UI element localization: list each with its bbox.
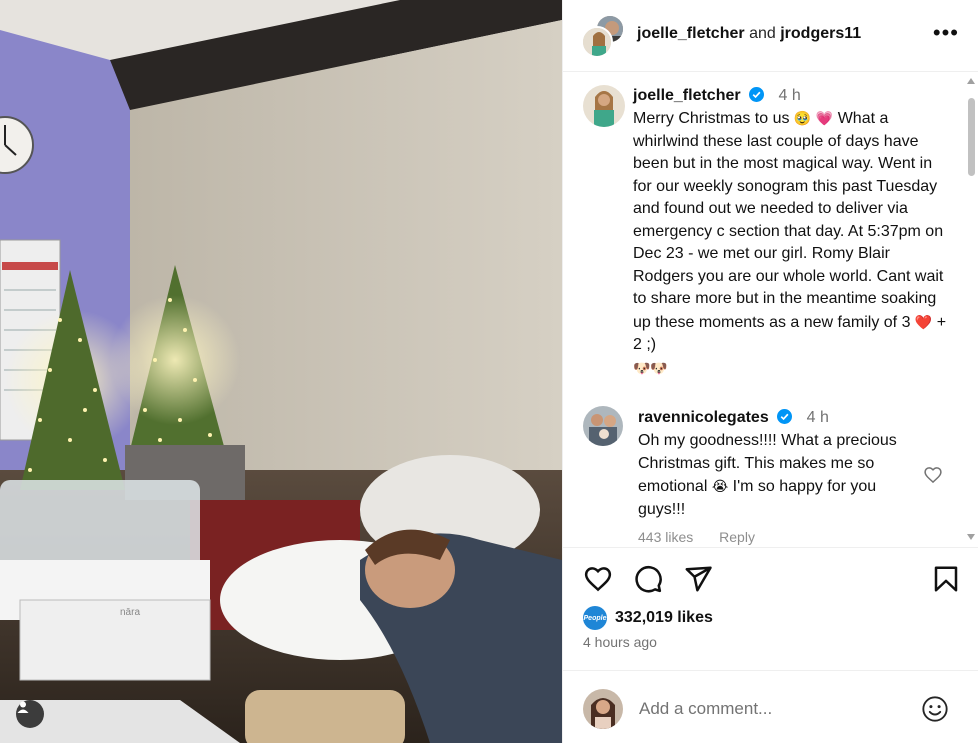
avatar-image <box>583 406 623 446</box>
user-tag-icon <box>17 701 29 713</box>
comments-scrollbar[interactable] <box>965 76 977 542</box>
comment-timestamp[interactable]: 4 h <box>807 409 829 426</box>
svg-text:nāra: nāra <box>120 607 140 618</box>
post-actions-bar <box>563 547 978 607</box>
verified-icon <box>749 87 765 102</box>
liker-avatar-people[interactable]: People <box>583 606 607 630</box>
scroll-up-arrow-icon[interactable] <box>967 78 975 84</box>
avatar-image <box>583 28 611 56</box>
bookmark-icon[interactable] <box>931 564 961 594</box>
post-photo[interactable]: nāra <box>0 0 562 743</box>
likes-summary: People 332,019 likes <box>583 606 713 630</box>
scroll-thumb[interactable] <box>968 98 975 176</box>
pink-heart-emoji: 💗 <box>815 110 834 126</box>
post-time-ago[interactable]: 4 hours ago <box>583 634 657 650</box>
authors-conjunction: and <box>749 25 776 42</box>
post-header: joelle_fletcher and jrodgers11 ••• <box>563 0 978 72</box>
comment-input[interactable] <box>639 697 909 721</box>
author-username-1[interactable]: joelle_fletcher <box>637 25 745 42</box>
comments-section[interactable]: joelle_fletcher 4 h Merry Christmas to u… <box>563 73 978 546</box>
share-icon[interactable] <box>683 564 713 594</box>
comment-username: ravennicolegates 4 h <box>638 409 829 427</box>
comment-likes-count[interactable]: 443 likes <box>638 529 693 545</box>
tagged-users-button[interactable] <box>16 700 44 728</box>
comment-username-link[interactable]: ravennicolegates <box>638 409 769 426</box>
comment-icon[interactable] <box>633 564 663 594</box>
caption-text-part2: What a whirlwind these last couple of da… <box>633 110 944 331</box>
dog-emojis: 🐶🐶 <box>633 359 668 376</box>
pleading-emoji: 🥹 <box>793 110 812 126</box>
photo-illustration: nāra <box>0 0 562 743</box>
avatar-image <box>583 689 623 729</box>
verified-icon <box>777 409 793 424</box>
current-user-avatar[interactable] <box>583 689 623 729</box>
caption-username: joelle_fletcher 4 h <box>633 87 801 105</box>
caption-text: Merry Christmas to us 🥹 💗 What a whirlwi… <box>633 107 953 380</box>
add-comment-bar <box>563 670 978 743</box>
more-icon: ••• <box>932 20 959 45</box>
comment-text: Oh my goodness!!!! What a precious Chris… <box>638 430 918 521</box>
caption-username-link[interactable]: joelle_fletcher <box>633 87 741 104</box>
caption-timestamp[interactable]: 4 h <box>779 87 801 104</box>
emoji-icon[interactable] <box>921 695 949 723</box>
comment-reply-link[interactable]: Reply <box>719 529 755 545</box>
author-username-2[interactable]: jrodgers11 <box>780 25 861 42</box>
caption-author-avatar[interactable] <box>583 85 625 127</box>
comment-meta: 443 likes Reply <box>638 529 777 545</box>
commenter-avatar[interactable] <box>583 406 623 446</box>
post-side-panel: joelle_fletcher and jrodgers11 ••• joell… <box>562 0 978 743</box>
more-options-button[interactable]: ••• <box>933 22 959 44</box>
scroll-down-arrow-icon[interactable] <box>967 534 975 540</box>
crying-emoji: 😭 <box>711 478 729 494</box>
red-heart-emoji: ❤️ <box>914 313 933 330</box>
caption-text-part1: Merry Christmas to us <box>633 110 794 127</box>
liker-badge-label: People <box>583 614 607 622</box>
post-authors: joelle_fletcher and jrodgers11 <box>637 25 861 43</box>
collaborator-avatar-1[interactable] <box>581 26 613 58</box>
heart-icon[interactable] <box>583 564 613 594</box>
comment-like-heart-icon[interactable] <box>923 465 943 485</box>
avatar-image <box>583 85 625 127</box>
likes-count[interactable]: 332,019 likes <box>615 609 713 627</box>
